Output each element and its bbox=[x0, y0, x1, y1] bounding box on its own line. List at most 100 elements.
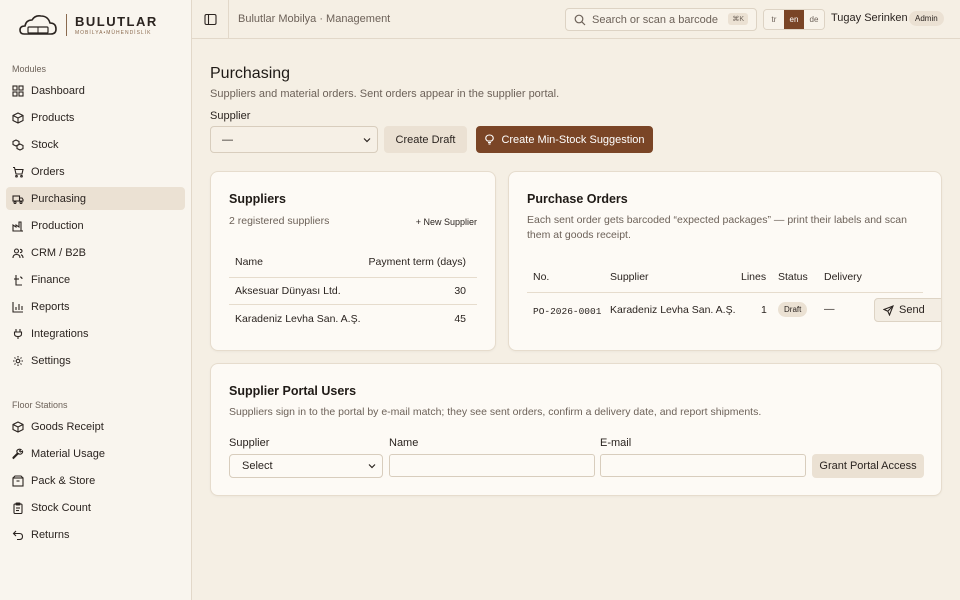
gear-icon bbox=[13, 355, 23, 366]
new-supplier-button[interactable]: + New Supplier bbox=[416, 217, 477, 227]
po-lines-cell: 1 bbox=[761, 304, 767, 316]
sidebar-item-orders[interactable]: Orders bbox=[6, 160, 185, 183]
sidebar-item-settings[interactable]: Settings bbox=[6, 349, 185, 372]
purchase-orders-title: Purchase Orders bbox=[527, 192, 628, 206]
search-icon bbox=[574, 14, 586, 25]
sidebar-item-label: Settings bbox=[31, 354, 71, 367]
column-header-supplier: Supplier bbox=[610, 271, 649, 283]
user-name[interactable]: Tugay Serinken bbox=[831, 12, 908, 24]
table-divider bbox=[229, 304, 477, 305]
supplier-name-cell: Karadeniz Levha San. A.Ş. bbox=[235, 313, 361, 325]
send-order-button[interactable]: Send bbox=[874, 298, 941, 322]
floor-section-label: Floor Stations bbox=[12, 400, 68, 410]
column-header-status: Status bbox=[778, 271, 808, 283]
lang-en[interactable]: en bbox=[784, 10, 804, 29]
supplier-select-value: — bbox=[222, 133, 233, 146]
sidebar-item-label: Orders bbox=[31, 165, 65, 178]
supplier-label: Supplier bbox=[210, 110, 251, 122]
sidebar-item-stock[interactable]: Stock bbox=[6, 133, 185, 156]
status-badge: Draft bbox=[778, 302, 808, 317]
column-header-payment-term: Payment term (days) bbox=[368, 256, 466, 268]
create-draft-button[interactable]: Create Draft bbox=[384, 126, 467, 153]
sidebar-item-production[interactable]: Production bbox=[6, 214, 185, 237]
portal-supplier-select[interactable]: Select bbox=[229, 454, 383, 478]
chevron-down-icon bbox=[368, 464, 376, 469]
lang-de[interactable]: de bbox=[804, 10, 824, 29]
users-icon bbox=[12, 247, 24, 258]
plug-icon bbox=[13, 328, 23, 339]
sidebar-item-label: Finance bbox=[31, 273, 71, 286]
floor-nav: Goods Receipt Material Usage Pack & Stor… bbox=[6, 415, 185, 550]
sidebar-item-dashboard[interactable]: Dashboard bbox=[6, 79, 185, 102]
sidebar-item-integrations[interactable]: Integrations bbox=[6, 322, 185, 345]
table-divider bbox=[527, 292, 923, 293]
purchase-orders-card: Purchase Orders Each sent order gets bar… bbox=[508, 171, 942, 351]
sidebar-item-crm[interactable]: CRM / B2B bbox=[6, 241, 185, 264]
language-switcher: tr en de bbox=[763, 9, 825, 30]
brand-logo[interactable]: BULUTLAR MOBİLYA•MÜHENDİSLİK bbox=[0, 0, 191, 50]
payment-term-cell: 30 bbox=[454, 285, 466, 297]
box-icon bbox=[12, 111, 24, 124]
supplier-name-cell: Aksesuar Dünyası Ltd. bbox=[235, 285, 341, 297]
portal-supplier-select-value: Select bbox=[242, 460, 273, 472]
sidebar-item-finance[interactable]: Finance bbox=[6, 268, 185, 291]
cloud-logo-icon bbox=[19, 15, 57, 35]
supplier-select[interactable]: — bbox=[210, 126, 378, 153]
page-description: Suppliers and material orders. Sent orde… bbox=[210, 88, 560, 100]
portal-users-description: Suppliers sign in to the portal by e-mai… bbox=[229, 406, 762, 418]
suppliers-count: 2 registered suppliers bbox=[229, 215, 330, 227]
sidebar-item-purchasing[interactable]: Purchasing bbox=[6, 187, 185, 210]
lightbulb-icon bbox=[485, 134, 495, 145]
sidebar-item-material-usage[interactable]: Material Usage bbox=[6, 442, 185, 465]
page-title: Purchasing bbox=[210, 65, 291, 82]
portal-users-card: Supplier Portal Users Suppliers sign in … bbox=[210, 363, 942, 496]
grant-portal-access-button[interactable]: Grant Portal Access bbox=[812, 454, 924, 478]
sidebar-item-goods-receipt[interactable]: Goods Receipt bbox=[6, 415, 185, 438]
factory-icon bbox=[12, 220, 23, 232]
topbar: Bulutlar Mobilya · Management Search or … bbox=[192, 0, 960, 39]
boxes-icon bbox=[12, 138, 24, 151]
table-divider bbox=[229, 277, 477, 278]
sidebar-item-label: CRM / B2B bbox=[31, 246, 87, 259]
portal-supplier-label: Supplier bbox=[229, 437, 270, 449]
search-shortcut: ⌘K bbox=[728, 13, 748, 25]
sidebar-item-label: Returns bbox=[31, 528, 70, 541]
purchase-orders-description: Each sent order gets barcoded “expected … bbox=[527, 214, 907, 241]
sidebar-item-pack-store[interactable]: Pack & Store bbox=[6, 469, 185, 492]
column-header-name: Name bbox=[235, 256, 264, 268]
grid-icon bbox=[12, 84, 24, 97]
portal-name-input[interactable] bbox=[389, 454, 595, 477]
lang-tr[interactable]: tr bbox=[764, 10, 784, 29]
package-in-icon bbox=[12, 420, 24, 433]
undo-icon bbox=[12, 530, 24, 540]
modules-nav: Dashboard Products Stock Orders Purchasi… bbox=[6, 79, 185, 376]
user-role-badge: Admin bbox=[909, 11, 944, 26]
wrench-icon bbox=[12, 448, 24, 459]
search-input[interactable]: Search or scan a barcode ⌘K bbox=[565, 8, 757, 31]
search-placeholder: Search or scan a barcode bbox=[592, 13, 718, 26]
panel-left-icon bbox=[203, 13, 217, 25]
column-header-delivery: Delivery bbox=[824, 271, 862, 283]
finance-icon bbox=[14, 274, 23, 286]
sidebar-item-products[interactable]: Products bbox=[6, 106, 185, 129]
clipboard-icon bbox=[13, 501, 23, 514]
sidebar-item-label: Production bbox=[31, 219, 84, 232]
payment-term-cell: 45 bbox=[454, 313, 466, 325]
sidebar-item-label: Products bbox=[31, 111, 75, 124]
logo-divider bbox=[66, 14, 67, 36]
portal-name-label: Name bbox=[389, 437, 419, 449]
sidebar-item-label: Goods Receipt bbox=[31, 420, 104, 433]
suppliers-title: Suppliers bbox=[229, 192, 286, 206]
sidebar-item-label: Stock bbox=[31, 138, 59, 151]
sidebar-item-reports[interactable]: Reports bbox=[6, 295, 185, 318]
sidebar-toggle-button[interactable] bbox=[192, 0, 229, 39]
sidebar-item-returns[interactable]: Returns bbox=[6, 523, 185, 546]
brand-tagline: MOBİLYA•MÜHENDİSLİK bbox=[75, 30, 152, 36]
portal-email-input[interactable] bbox=[600, 454, 806, 477]
create-min-stock-suggestion-button[interactable]: Create Min-Stock Suggestion bbox=[476, 126, 653, 153]
sidebar-item-label: Dashboard bbox=[31, 84, 85, 97]
sidebar-item-stock-count[interactable]: Stock Count bbox=[6, 496, 185, 519]
modules-section-label: Modules bbox=[12, 64, 47, 74]
send-icon bbox=[883, 304, 894, 316]
chart-icon bbox=[12, 301, 23, 313]
